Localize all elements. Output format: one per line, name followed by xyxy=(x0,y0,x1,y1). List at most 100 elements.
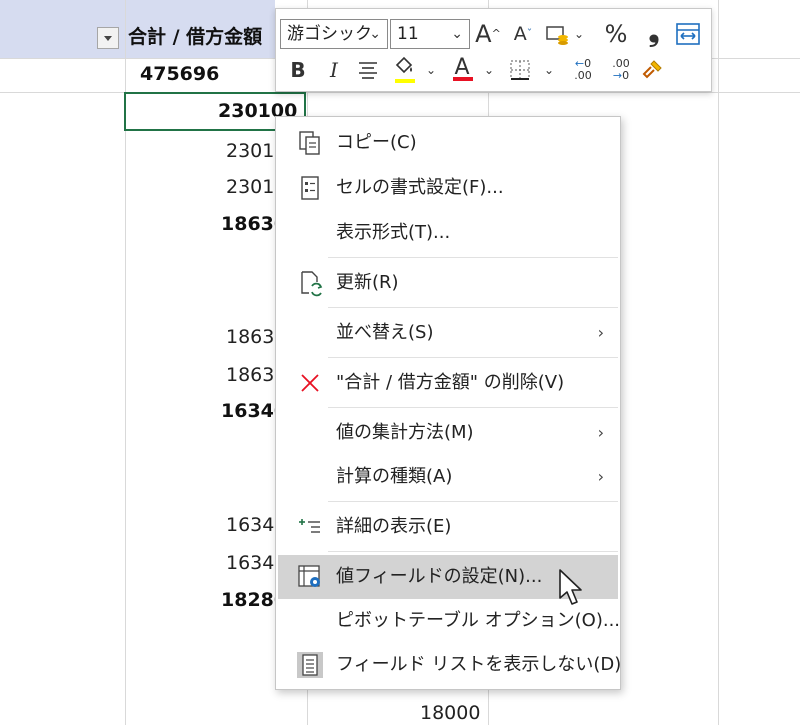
chevron-down-icon: ⌄ xyxy=(483,63,495,77)
value-cell[interactable]: 230100 xyxy=(226,176,275,198)
menu-separator xyxy=(328,407,618,408)
subtotal-cell[interactable]: 163400 xyxy=(221,400,275,422)
grand-total-cell[interactable]: 475696 xyxy=(140,63,276,85)
paintbrush-icon xyxy=(642,60,662,79)
menu-item-label: "合計 / 借方金額" の削除(V) xyxy=(336,372,565,393)
wrap-autofit-button[interactable] xyxy=(674,19,702,49)
menu-item-refresh[interactable]: 更新(R) xyxy=(278,261,618,305)
menu-item-hide-field-list[interactable]: フィールド リストを表示しない(D) xyxy=(278,643,622,687)
increase-decimal-button[interactable]: ←0.00 xyxy=(566,55,600,85)
decrease-decimal-icon: .00 →0 xyxy=(612,57,630,82)
percent-style-button[interactable]: % xyxy=(602,19,630,49)
italic-icon: I xyxy=(330,58,338,82)
subtotal-cell[interactable]: 186300 xyxy=(221,213,275,235)
field-list-icon xyxy=(297,652,323,678)
increase-decimal-icon: ←0.00 xyxy=(574,57,592,82)
delete-x-icon xyxy=(301,374,319,392)
fill-color-button[interactable] xyxy=(390,55,418,85)
menu-item-label: フィールド リストを表示しない(D) xyxy=(336,654,622,675)
menu-separator xyxy=(328,257,618,258)
font-color-swatch xyxy=(453,77,473,81)
menu-separator xyxy=(328,501,618,502)
comma-icon: ❟ xyxy=(648,15,660,48)
menu-item-format-cells[interactable]: セルの書式設定(F)... xyxy=(278,166,618,210)
menu-separator xyxy=(328,551,618,552)
accounting-format-dropdown[interactable]: ⌄ xyxy=(572,19,586,49)
pivot-value-header[interactable]: 合計 / 借方金額 xyxy=(128,22,276,49)
menu-item-label: 値の集計方法(M) xyxy=(336,422,474,443)
font-color-button[interactable]: A xyxy=(448,53,476,83)
grid-line xyxy=(718,0,719,725)
format-painter-button[interactable] xyxy=(638,55,666,85)
submenu-arrow-icon: › xyxy=(597,423,604,442)
percent-icon: % xyxy=(604,20,628,48)
format-cells-icon xyxy=(301,176,319,200)
comma-style-button[interactable]: ❟ xyxy=(640,17,668,47)
menu-item-label: 表示形式(T)... xyxy=(336,222,451,243)
font-size-combo[interactable]: 11 ⌄ xyxy=(390,19,470,49)
grid-line xyxy=(0,92,800,93)
align-center-icon xyxy=(359,62,377,79)
menu-separator xyxy=(328,307,618,308)
fill-color-dropdown[interactable]: ⌄ xyxy=(424,55,438,85)
chevron-down-icon: ⌄ xyxy=(543,63,555,77)
column-filter-dropdown-button[interactable] xyxy=(97,27,119,49)
value-cell[interactable]: 18000 xyxy=(420,702,490,724)
borders-icon xyxy=(510,60,530,80)
borders-button[interactable] xyxy=(506,55,534,85)
accounting-format-icon xyxy=(546,26,568,45)
align-center-button[interactable] xyxy=(354,55,382,85)
paint-bucket-icon xyxy=(395,56,413,74)
menu-item-label: セルの書式設定(F)... xyxy=(336,177,504,198)
menu-item-remove-field[interactable]: "合計 / 借方金額" の削除(V) xyxy=(278,361,618,405)
menu-separator xyxy=(328,357,618,358)
font-name-value: 游ゴシック xyxy=(287,24,372,44)
value-cell[interactable]: 163400 xyxy=(226,514,275,536)
mini-toolbar: 游ゴシック ⌄ 11 ⌄ A^ Aˇ ⌄ % ❟ B I ⌄ A ⌄ ⌄ ←0 … xyxy=(275,8,712,92)
borders-dropdown[interactable]: ⌄ xyxy=(542,55,556,85)
menu-item-label: 計算の種類(A) xyxy=(336,466,453,487)
value-cell[interactable]: 163400 xyxy=(226,552,275,574)
column-autofit-icon xyxy=(676,23,700,45)
menu-item-summarize-values-by[interactable]: 値の集計方法(M) › xyxy=(278,411,618,455)
chevron-down-icon: ⌄ xyxy=(451,26,463,42)
value-field-settings-icon xyxy=(298,565,320,587)
value-cell[interactable]: 230100 xyxy=(226,140,275,162)
decrease-decimal-button[interactable]: .00 →0 xyxy=(604,55,638,85)
grow-font-icon: A xyxy=(475,20,492,48)
caret-up-icon: ^ xyxy=(491,27,501,40)
copy-icon xyxy=(299,131,320,155)
chevron-down-icon: ⌄ xyxy=(425,63,437,77)
mouse-pointer-icon xyxy=(559,569,582,605)
value-cell[interactable]: 186300 xyxy=(226,326,275,348)
accounting-format-button[interactable] xyxy=(544,19,572,49)
chevron-down-icon: ⌄ xyxy=(573,27,585,41)
menu-item-show-details[interactable]: 詳細の表示(E) xyxy=(278,505,618,549)
submenu-arrow-icon: › xyxy=(597,467,604,486)
chevron-down-icon: ⌄ xyxy=(369,26,381,42)
menu-item-label: 更新(R) xyxy=(336,272,399,293)
subtotal-cell[interactable]: 182800 xyxy=(221,589,275,611)
fill-color-swatch xyxy=(395,79,415,83)
menu-item-number-format[interactable]: 表示形式(T)... xyxy=(278,211,618,255)
bold-icon: B xyxy=(290,58,306,82)
font-size-value: 11 xyxy=(397,24,419,44)
font-name-combo[interactable]: 游ゴシック ⌄ xyxy=(280,19,388,49)
menu-item-label: 詳細の表示(E) xyxy=(336,516,452,537)
bold-button[interactable]: B xyxy=(284,55,312,85)
increase-font-size-button[interactable]: A^ xyxy=(474,19,502,49)
menu-item-label: コピー(C) xyxy=(336,132,417,153)
menu-item-show-values-as[interactable]: 計算の種類(A) › xyxy=(278,455,618,499)
shrink-font-icon: A xyxy=(513,23,527,45)
italic-button[interactable]: I xyxy=(320,55,348,85)
menu-item-sort[interactable]: 並べ替え(S) › xyxy=(278,311,618,355)
menu-item-label: 並べ替え(S) xyxy=(336,322,434,343)
submenu-arrow-icon: › xyxy=(597,323,604,342)
value-cell[interactable]: 186300 xyxy=(226,364,275,386)
menu-item-copy[interactable]: コピー(C) xyxy=(278,121,618,165)
font-color-dropdown[interactable]: ⌄ xyxy=(482,55,496,85)
refresh-icon xyxy=(301,271,323,297)
decrease-font-size-button[interactable]: Aˇ xyxy=(509,19,537,49)
menu-item-label: 値フィールドの設定(N)... xyxy=(336,566,543,587)
show-details-icon xyxy=(299,519,320,533)
